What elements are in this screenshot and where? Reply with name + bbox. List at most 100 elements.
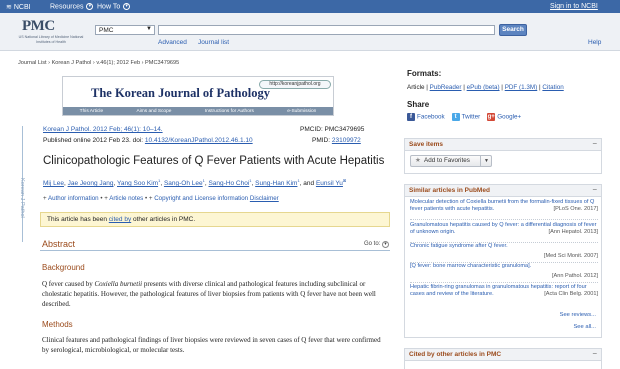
google-plus-icon: g+ (487, 113, 496, 121)
ncbi-home-link[interactable]: ≋ NCBI (6, 3, 31, 11)
format-link[interactable]: PubReader (430, 84, 462, 91)
collapse-icon[interactable]: − (592, 139, 597, 148)
similar-articles-heading: Similar articles in PubMed (409, 187, 490, 194)
similar-article-source: [Acta Clin Belg. 2001] (544, 291, 598, 297)
see-reviews-link[interactable]: See reviews... (560, 312, 596, 318)
formats-list: Article | PubReader | ePub (beta) | PDF … (407, 84, 564, 91)
sign-in-link[interactable]: Sign in to NCBI (550, 3, 598, 10)
similar-article-item: Molecular detection of Coxiella burnetii… (410, 199, 598, 220)
search-area: PMC US National Library of Medicine Nati… (0, 13, 620, 51)
see-all-link[interactable]: See all... (573, 324, 596, 330)
share-google-plus-link[interactable]: g+ Google+ (487, 113, 521, 121)
similar-article-source: [Ann Hepatol. 2013] (548, 229, 598, 235)
journal-nav-item[interactable]: Aims and Scope (137, 109, 172, 114)
cited-by-link[interactable]: cited by (109, 216, 131, 223)
share-label: Twitter (461, 113, 481, 121)
background-text-pre: Q fever caused by (42, 280, 95, 288)
published-line: Published online 2012 Feb 23. doi: 10.41… (43, 137, 253, 144)
ncbi-top-bar: ≋ NCBI Resources ▾ How To ▾ Sign in to N… (0, 0, 620, 13)
background-heading: Background (42, 263, 85, 272)
author-link[interactable]: Mij Lee (43, 180, 64, 187)
item-divider (410, 219, 598, 220)
facebook-icon: f (407, 113, 415, 121)
author-link[interactable]: Sang-Ho Choi (208, 180, 249, 187)
disclaimer-link[interactable]: Disclaimer (250, 195, 279, 202)
journal-list-link[interactable]: Journal list (198, 39, 229, 46)
similar-article-item: Granulomatous hepatitis caused by Q feve… (410, 222, 598, 243)
author-affiliation-mark[interactable]: ⊠ (343, 178, 346, 183)
article-notes-link[interactable]: Article notes (109, 195, 143, 202)
author-link[interactable]: Eunsil Yu (316, 180, 343, 187)
journal-nav-item[interactable]: This Article (80, 109, 103, 114)
author-link[interactable]: Sung-Han Kim (255, 180, 297, 187)
star-icon: ★ (415, 157, 421, 164)
chevron-down-icon[interactable]: ▼ (484, 156, 489, 166)
abstract-heading: Abstract (42, 239, 76, 249)
article-meta-links: + Author information • + Article notes •… (43, 195, 279, 202)
format-link[interactable]: ePub (beta) (467, 84, 500, 91)
copyright-link[interactable]: Copyright and License information (154, 195, 248, 202)
cited-notice-post: other articles in PMC. (131, 216, 196, 223)
journal-nav-item[interactable]: Instructions for Authors (205, 109, 254, 114)
author-link[interactable]: Yang Soo Kim (117, 180, 158, 187)
ncbi-logo-icon: ≋ (6, 4, 12, 11)
journal-reference: Korean J Pathol. 2012 Feb; 46(1): 10–14. (43, 126, 163, 133)
pmid-label: PMID: (312, 137, 332, 144)
collapse-icon[interactable]: − (592, 349, 597, 358)
background-paragraph: Q fever caused by Coxiella burnetii pres… (42, 279, 388, 309)
share-label: Google+ (497, 113, 522, 121)
journal-reference-link[interactable]: Korean J Pathol. 2012 Feb; 46(1): 10–14. (43, 126, 163, 133)
similar-articles-panel: Similar articles in PubMed − Molecular d… (404, 184, 602, 338)
format-link[interactable]: PDF (1.3M) (505, 84, 538, 91)
journal-banner[interactable]: The Korean Journal of Pathology http://k… (62, 76, 334, 116)
search-button[interactable]: Search (499, 24, 527, 36)
similar-article-source: [PLoS One. 2017] (553, 206, 598, 212)
goto-menu[interactable]: Go to: ▾ (364, 241, 389, 248)
journal-nav: This Article Aims and Scope Instructions… (63, 107, 333, 115)
pmid: PMID: 23109972 (312, 137, 361, 144)
pmid-link[interactable]: 23109972 (332, 137, 361, 144)
item-divider (410, 282, 598, 283)
chevron-down-icon: ▾ (382, 241, 389, 248)
expand-icon: + (43, 195, 47, 202)
collapse-icon[interactable]: − (592, 185, 597, 194)
journal-nav-item[interactable]: e-Submission (287, 109, 316, 114)
similar-article-link[interactable]: Chronic fatigue syndrome after Q fever. (410, 243, 508, 249)
expand-icon: • + (144, 195, 153, 202)
search-input[interactable] (158, 25, 495, 35)
cited-by-notice: This article has been cited by other art… (40, 212, 390, 227)
cited-by-heading: Cited by other articles in PMC (409, 351, 502, 358)
breadcrumb[interactable]: Journal List › Korean J Pathol › v.46(1)… (18, 60, 179, 66)
author-information-link[interactable]: Author information (48, 195, 99, 202)
database-select[interactable]: PMC ▼ (95, 25, 155, 35)
nlm-subtext: US National Library of Medicine National… (18, 35, 84, 44)
similar-article-link[interactable]: [Q fever: bone marrow characteristic gra… (410, 263, 531, 269)
chevron-down-icon: ▾ (86, 3, 94, 10)
resources-menu[interactable]: Resources ▾ (50, 3, 94, 11)
share-list: f Facebook t Twitter g+ Google+ (407, 113, 521, 121)
similar-article-source: [Med Sci Monit. 2007] (543, 253, 598, 259)
doi-link[interactable]: 10.4132/KoreanJPathol.2012.46.1.10 (145, 137, 253, 144)
published-label: Published online 2012 Feb 23. doi: (43, 137, 145, 144)
resources-label: Resources (50, 3, 84, 11)
journal-url: http://koreanjpathol.org (259, 80, 331, 89)
twitter-icon: t (451, 113, 460, 121)
howto-menu[interactable]: How To ▾ (97, 3, 131, 10)
ncbi-label: NCBI (13, 4, 31, 11)
author-link[interactable]: Jae Jeong Jang (68, 180, 114, 187)
add-to-favorites-button[interactable]: ★ Add to Favorites ▼ (410, 155, 492, 167)
advanced-search-link[interactable]: Advanced (158, 39, 187, 46)
share-facebook-link[interactable]: f Facebook (407, 113, 445, 121)
format-link[interactable]: Citation (542, 84, 563, 91)
add-to-favorites-label: Add to Favorites (424, 157, 470, 164)
author-link[interactable]: Sang-Oh Lee (164, 180, 203, 187)
formats-heading: Formats: (407, 69, 442, 78)
pmc-logo[interactable]: PMC US National Library of Medicine Nati… (14, 18, 84, 48)
share-twitter-link[interactable]: t Twitter (451, 113, 481, 121)
abstract-header: Abstract Go to: ▾ (40, 239, 390, 251)
format-link: Article (407, 84, 425, 91)
share-heading: Share (407, 100, 430, 109)
help-link[interactable]: Help (588, 39, 601, 46)
pmcid: PMCID: PMC3479695 (300, 126, 365, 133)
pmc-logo-text: PMC (22, 18, 55, 34)
